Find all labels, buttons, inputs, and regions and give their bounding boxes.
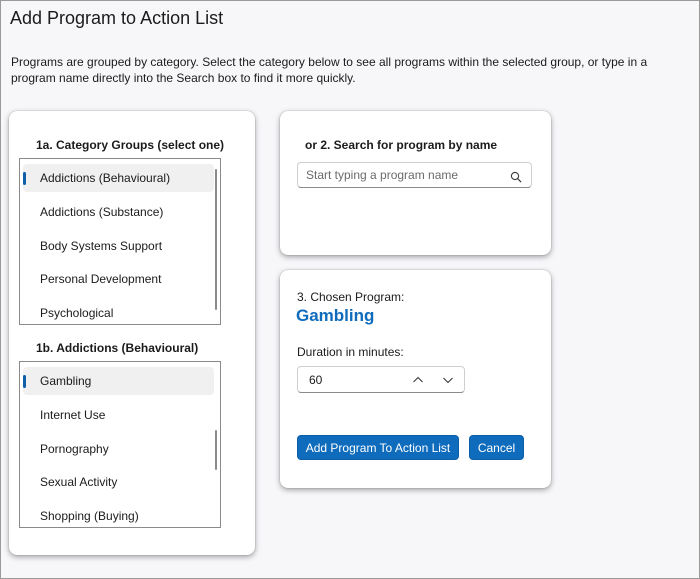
category-panel: 1a. Category Groups (select one) Addicti… [9,111,255,555]
dialog-description: Programs are grouped by category. Select… [11,55,648,85]
selection-indicator [23,172,26,185]
list-item[interactable]: Shopping (Buying) [23,502,214,527]
list-item[interactable]: Body Systems Support [23,232,214,260]
list-item[interactable]: Internet Use [23,401,214,429]
duration-label: Duration in minutes: [297,345,404,359]
chosen-program-panel: 3. Chosen Program: Gambling Duration in … [280,270,551,488]
search-box[interactable] [297,162,532,188]
category-groups-label: 1a. Category Groups (select one) [36,138,225,152]
list-item[interactable]: Personal Development [23,265,214,293]
list-item[interactable]: Gambling [23,367,214,395]
category-scrollbar[interactable] [215,169,217,310]
list-item[interactable]: Psychological [23,299,214,324]
dialog-window: Add Program to Action List Programs are … [0,0,700,579]
chevron-down-icon[interactable] [441,373,455,387]
cancel-button[interactable]: Cancel [469,435,524,460]
list-item[interactable]: Sexual Activity [23,468,214,496]
search-panel: or 2. Search for program by name [280,111,551,255]
program-listbox[interactable]: Gambling Internet Use Pornography Sexual… [19,361,221,528]
list-item[interactable]: Pornography [23,435,214,463]
chosen-program-name: Gambling [296,306,375,325]
programs-label: 1b. Addictions (Behavioural) [36,341,199,355]
dialog-title: Add Program to Action List [10,8,224,28]
search-label: or 2. Search for program by name [305,138,498,152]
chosen-program-label: 3. Chosen Program: [297,290,405,304]
selection-indicator [23,375,26,388]
add-program-button[interactable]: Add Program To Action List [297,435,459,460]
list-item[interactable]: Addictions (Behavioural) [23,164,214,192]
search-input[interactable] [298,163,503,187]
category-listbox[interactable]: Addictions (Behavioural) Addictions (Sub… [19,158,221,325]
list-item[interactable]: Addictions (Substance) [23,198,214,226]
program-scrollbar[interactable] [215,430,217,470]
search-icon[interactable] [510,170,522,183]
chevron-up-icon[interactable] [411,373,425,387]
duration-number-box[interactable]: 60 [297,366,465,393]
duration-value[interactable]: 60 [309,373,322,387]
